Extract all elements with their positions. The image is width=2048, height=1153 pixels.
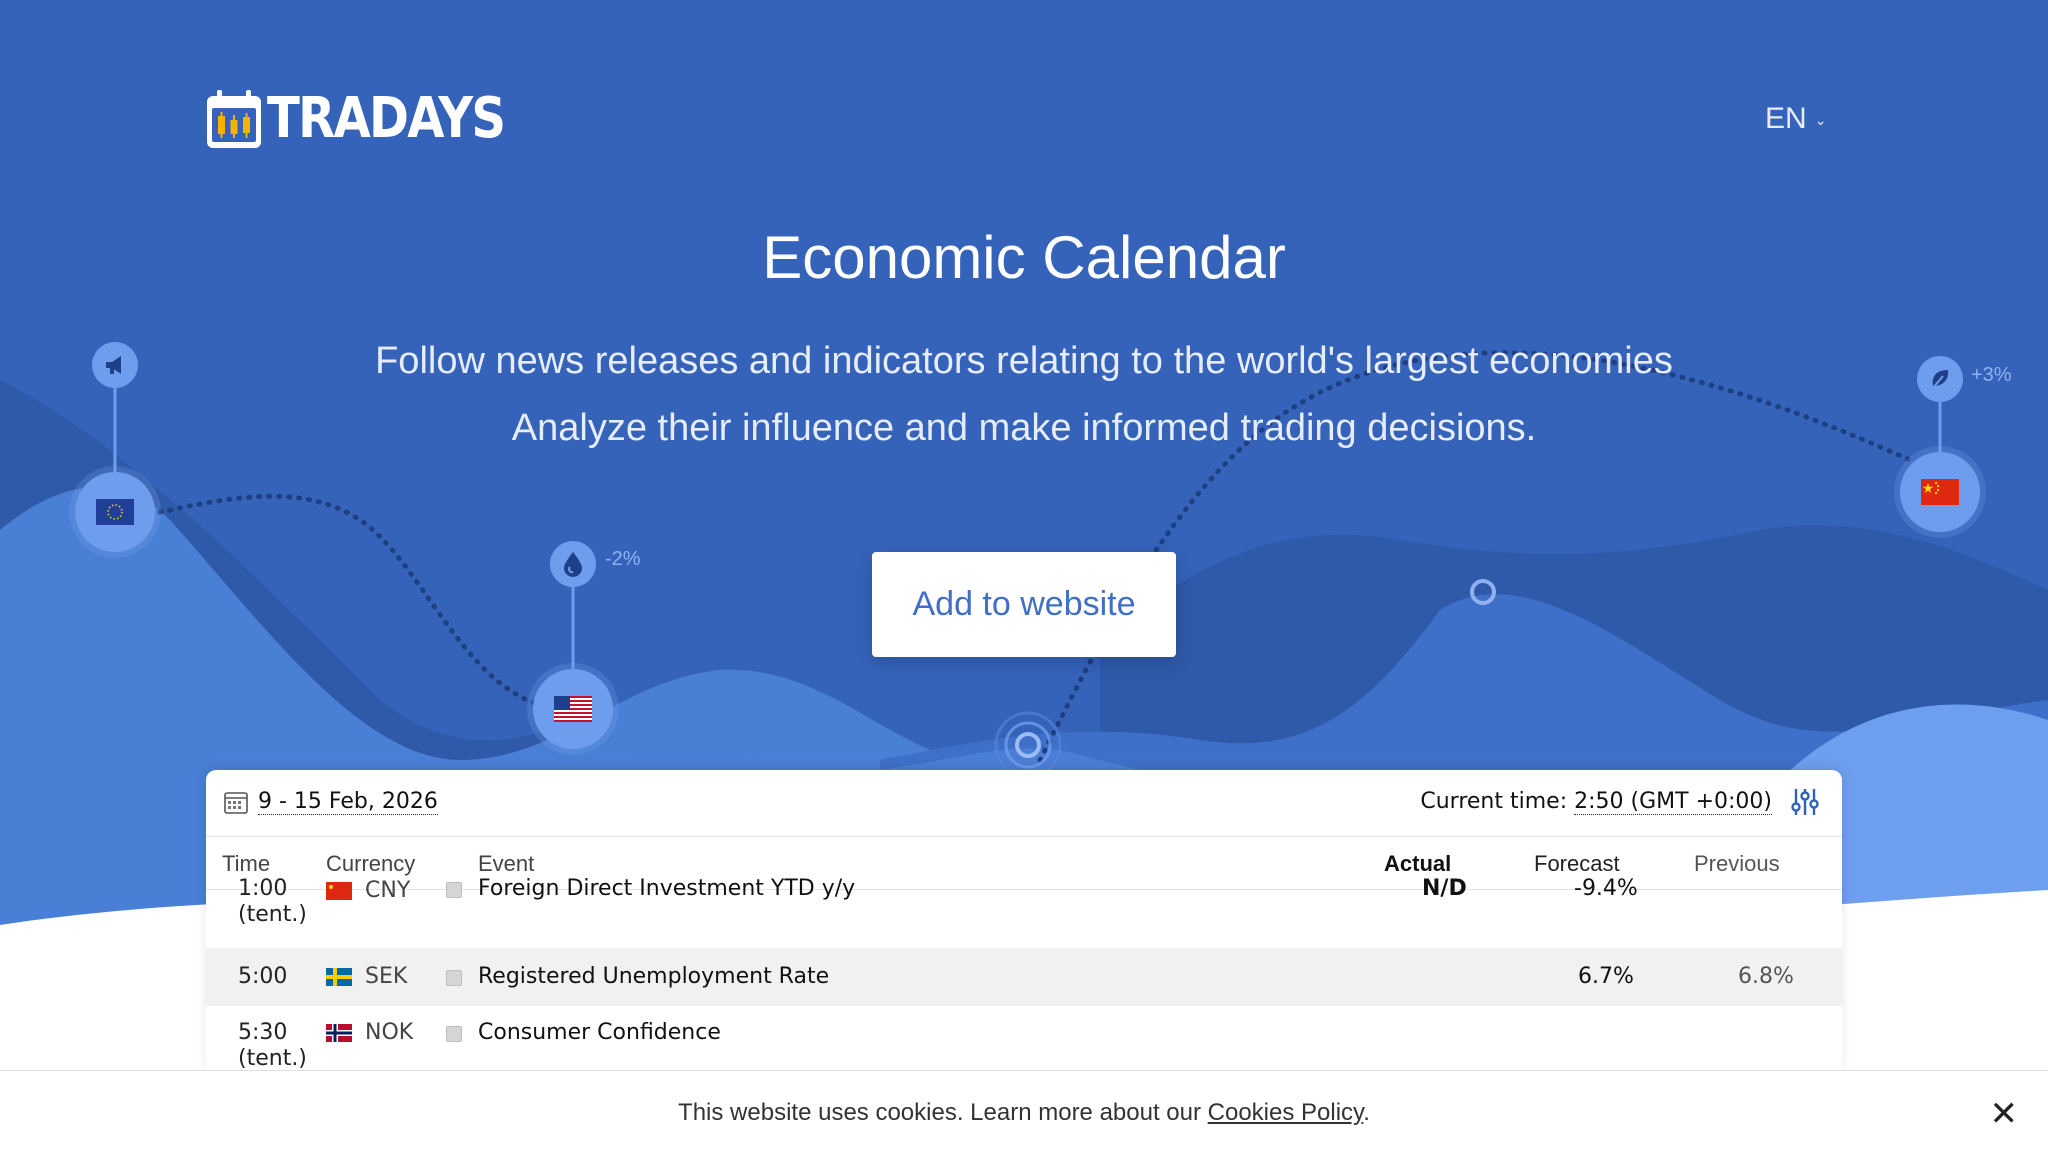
china-flag-icon (1900, 452, 1980, 532)
brand-name: TRADAYS (267, 86, 506, 151)
row-event[interactable]: Registered Unemployment Rate (478, 964, 829, 989)
row-time: 5:00 (238, 964, 288, 989)
row-time-note: (tent.) (238, 1046, 307, 1070)
cookie-banner: This website uses cookies. Learn more ab… (0, 1070, 2048, 1153)
megaphone-icon (92, 342, 138, 388)
row-currency: CNY (365, 878, 411, 903)
date-range-label: 9 - 15 Feb, 2026 (258, 789, 438, 815)
water-drop-icon (550, 541, 596, 587)
tradays-logo[interactable]: TRADAYS (205, 88, 543, 150)
col-time[interactable]: Time (222, 851, 270, 877)
row-checkbox[interactable] (446, 882, 462, 898)
table-row[interactable]: 1:00 (tent.) CNY Foreign Direct Investme… (206, 876, 1842, 948)
row-currency-cell: CNY (326, 878, 410, 903)
row-checkbox[interactable] (446, 1026, 462, 1042)
norway-flag-icon (326, 1024, 352, 1042)
timezone-selector[interactable]: 2:50 (GMT +0:00) (1574, 789, 1772, 815)
col-forecast[interactable]: Forecast (1534, 851, 1620, 877)
row-event[interactable]: Foreign Direct Investment YTD y/y (478, 876, 855, 901)
eu-flag-icon (75, 472, 155, 552)
table-row[interactable]: 5:30 (tent.) NOK Consumer Confidence (206, 1006, 1842, 1070)
cookies-policy-link[interactable]: Cookies Policy (1208, 1099, 1364, 1126)
row-previous: 6.8% (1738, 964, 1794, 989)
change-badge-left: -2% (605, 548, 641, 570)
economic-calendar-widget: 9 - 15 Feb, 2026 Current time: 2:50 (GMT… (206, 770, 1842, 1070)
change-badge-right: +3% (1971, 364, 2012, 386)
cookie-message: This website uses cookies. Learn more ab… (0, 1099, 2048, 1127)
col-currency[interactable]: Currency (326, 851, 415, 877)
row-time: 1:00 (238, 876, 288, 901)
row-event[interactable]: Consumer Confidence (478, 1020, 721, 1045)
row-checkbox[interactable] (446, 970, 462, 986)
cookie-text: This website uses cookies. Learn more ab… (678, 1099, 1208, 1126)
calendar-logo-icon (207, 90, 261, 148)
row-time-note: (tent.) (238, 902, 307, 927)
hero-subtitle-line2: Analyze their influence and make informe… (511, 407, 1537, 449)
current-time: Current time: 2:50 (GMT +0:00) (1420, 789, 1772, 815)
row-currency-cell: NOK (326, 1020, 413, 1045)
row-currency-cell: SEK (326, 964, 407, 989)
row-time: 5:30 (238, 1020, 288, 1045)
calendar-icon (224, 792, 248, 814)
close-icon[interactable]: ✕ (1990, 1097, 2019, 1131)
china-flag-icon (326, 882, 352, 900)
cookie-suffix: . (1363, 1099, 1370, 1126)
date-range-picker[interactable]: 9 - 15 Feb, 2026 (224, 789, 438, 815)
add-to-website-button[interactable]: Add to website (872, 552, 1176, 657)
row-currency: SEK (365, 964, 408, 989)
table-row[interactable]: 5:00 SEK Registered Unemployment Rate 6.… (206, 948, 1842, 1006)
col-actual[interactable]: Actual (1384, 851, 1451, 877)
row-actual: N/D (1422, 876, 1467, 901)
page-title: Economic Calendar (762, 224, 1286, 291)
row-currency: NOK (365, 1020, 414, 1045)
filter-settings-icon[interactable] (1790, 787, 1820, 817)
language-selector[interactable]: EN ⌄ (1765, 102, 1826, 136)
row-forecast: -9.4% (1574, 876, 1638, 901)
chevron-down-icon: ⌄ (1814, 111, 1827, 128)
widget-header: 9 - 15 Feb, 2026 Current time: 2:50 (GMT… (206, 770, 1842, 837)
sweden-flag-icon (326, 968, 352, 986)
row-forecast: 6.7% (1578, 964, 1634, 989)
current-time-label: Current time: (1420, 789, 1568, 814)
us-flag-icon (533, 669, 613, 749)
hero-subtitle-line1: Follow news releases and indicators rela… (375, 340, 1673, 382)
col-previous[interactable]: Previous (1694, 851, 1780, 877)
language-label: EN (1765, 102, 1807, 135)
leaf-icon (1917, 356, 1963, 402)
col-event[interactable]: Event (478, 851, 534, 877)
